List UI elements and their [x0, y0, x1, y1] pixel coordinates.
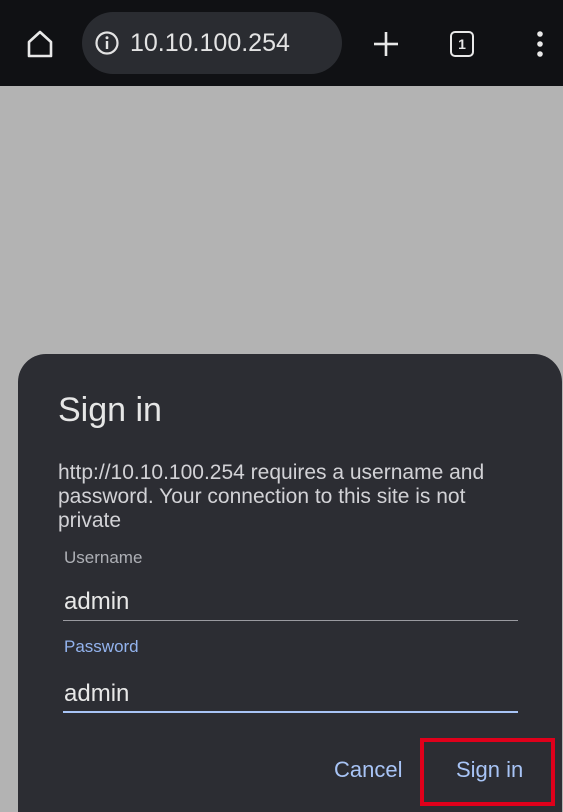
password-underline — [63, 711, 518, 713]
username-field[interactable]: admin — [64, 588, 129, 616]
tab-switcher-button[interactable]: 1 — [440, 22, 484, 66]
more-menu-button[interactable] — [520, 22, 560, 66]
browser-toolbar: 10.10.100.254 1 — [0, 0, 563, 86]
dialog-title: Sign in — [58, 391, 162, 429]
info-icon — [95, 31, 119, 55]
dialog-message: http://10.10.100.254 requires a username… — [58, 461, 485, 532]
site-info-button[interactable] — [92, 28, 122, 58]
username-label: Username — [64, 548, 143, 567]
more-vert-icon — [537, 31, 543, 57]
home-button[interactable] — [18, 22, 62, 66]
home-icon — [27, 30, 53, 58]
new-tab-button[interactable] — [364, 22, 408, 66]
password-field[interactable]: admin — [64, 680, 129, 708]
plus-icon — [374, 32, 398, 56]
tab-switcher-icon: 1 — [450, 31, 474, 57]
sign-in-highlight-box — [420, 738, 555, 806]
password-label: Password — [64, 637, 139, 656]
username-underline — [63, 620, 518, 621]
address-bar[interactable]: 10.10.100.254 — [82, 12, 342, 74]
url-text: 10.10.100.254 — [130, 29, 290, 57]
cancel-button[interactable]: Cancel — [334, 757, 402, 783]
